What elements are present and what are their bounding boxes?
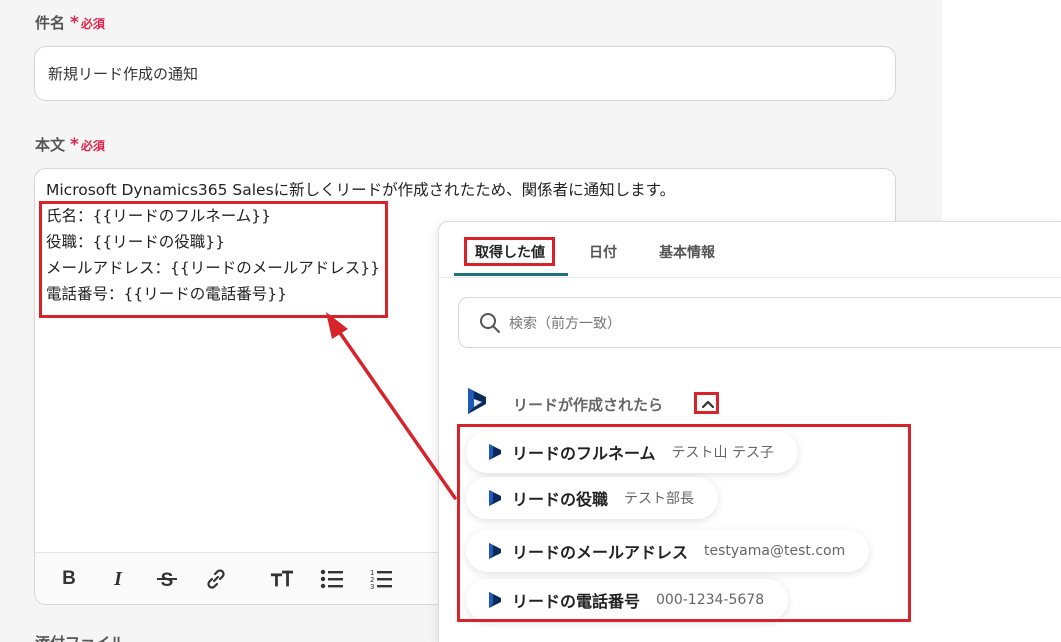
subject-label-text: 件名: [35, 14, 66, 32]
highlight-box: [457, 424, 911, 622]
tab-basic-info[interactable]: 基本情報: [659, 242, 715, 262]
dynamics-logo-icon: [466, 387, 488, 415]
required-tag: 必須: [80, 17, 105, 31]
bullet-list-icon[interactable]: [320, 567, 344, 591]
svg-text:3: 3: [370, 583, 374, 590]
tab-date[interactable]: 日付: [589, 242, 617, 262]
search-placeholder: 検索（前方一致）: [509, 315, 621, 332]
required-asterisk: *: [70, 13, 79, 33]
trigger-group-title: リードが作成されたら: [513, 396, 664, 414]
search-input[interactable]: 検索（前方一致）: [458, 297, 1061, 348]
active-tab-indicator: [454, 273, 568, 276]
search-icon: [480, 312, 500, 333]
strikethrough-icon[interactable]: S: [155, 567, 179, 591]
highlight-box: [694, 392, 719, 414]
subject-value: 新規リード作成の通知: [48, 65, 199, 83]
italic-icon[interactable]: I: [106, 567, 130, 591]
highlight-box: [39, 201, 388, 318]
required-tag: 必須: [80, 139, 105, 153]
required-asterisk: *: [70, 135, 79, 155]
subject-label: 件名 * 必須: [35, 12, 105, 33]
body-label: 本文 * 必須: [35, 134, 105, 155]
link-icon[interactable]: [204, 567, 228, 591]
bold-icon[interactable]: B: [57, 567, 81, 591]
highlight-box: [464, 237, 555, 266]
body-line: Microsoft Dynamics365 Salesに新しくリードが作成された…: [46, 181, 676, 199]
body-label-text: 本文: [35, 136, 66, 154]
attachment-label: 添付ファイル: [35, 632, 125, 642]
text-size-icon[interactable]: [270, 567, 294, 591]
subject-input[interactable]: 新規リード作成の通知: [34, 46, 896, 101]
numbered-list-icon[interactable]: 123: [369, 567, 393, 591]
